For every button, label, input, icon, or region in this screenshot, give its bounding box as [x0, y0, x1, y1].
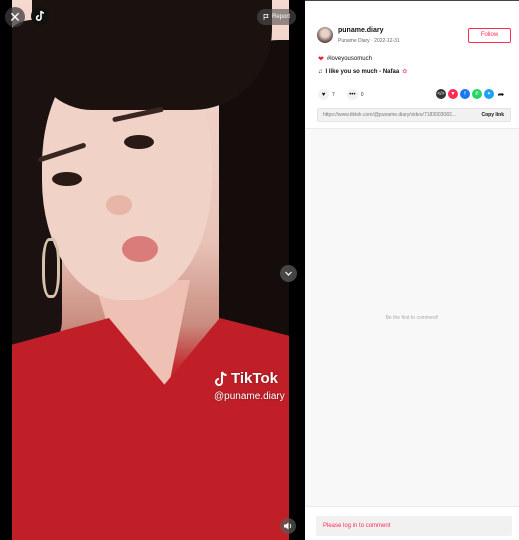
tiktok-video-page: ✕ Report TikTok @puname.diary puname.dia…: [0, 0, 519, 540]
comment-button[interactable]: •••: [346, 89, 358, 100]
close-button[interactable]: ✕: [5, 7, 25, 27]
share-link-box: https://www.tiktok.com/@puname.diary/vid…: [317, 108, 511, 122]
music-title: I like you so much - Nafaa: [325, 68, 400, 75]
watermark-handle: @puname.diary: [214, 391, 285, 402]
whatsapp-icon[interactable]: ✆: [472, 89, 482, 99]
watermark-brand-text: TikTok: [231, 370, 278, 387]
video-frame: [12, 0, 289, 540]
hashtag-link[interactable]: #loveyousomuch: [327, 56, 372, 62]
tiktok-logo[interactable]: [31, 7, 49, 25]
comments-area[interactable]: Be the first to comment!: [305, 128, 519, 506]
post-caption: ❤ #loveyousomuch: [318, 55, 372, 63]
flag-icon: [263, 14, 269, 20]
volume-button[interactable]: [280, 518, 296, 534]
comment-count: 0: [360, 91, 364, 98]
flower-emoji-icon: ✿: [402, 69, 408, 75]
report-label: Report: [272, 14, 291, 20]
tiktok-watermark: TikTok @puname.diary: [214, 370, 285, 402]
embed-icon[interactable]: </>: [436, 89, 446, 99]
next-video-button[interactable]: [280, 265, 297, 282]
engagement-row: ♥ 7 ••• 0: [318, 89, 370, 100]
share-arrow-icon[interactable]: ➦: [496, 89, 506, 99]
login-to-comment-button[interactable]: Please log in to comment: [316, 516, 512, 536]
avatar[interactable]: [317, 27, 333, 43]
music-info[interactable]: ♫ I like you so much - Nafaa ✿: [318, 68, 408, 76]
empty-comments-message: Be the first to comment!: [385, 315, 439, 321]
share-buttons: </> ▼ f ✆ ✦ ➦: [436, 89, 506, 99]
detail-panel: puname.diary Puname Diary · 2022-12-31 F…: [305, 0, 519, 540]
tiktok-logo-icon: [35, 10, 45, 21]
comment-footer: Please log in to comment: [305, 506, 519, 540]
share-link-text[interactable]: https://www.tiktok.com/@puname.diary/vid…: [318, 112, 475, 118]
comment-icon: •••: [349, 91, 356, 98]
video-player[interactable]: ✕ Report TikTok @puname.diary: [0, 0, 305, 540]
facebook-icon[interactable]: f: [460, 89, 470, 99]
copy-link-button[interactable]: Copy link: [475, 112, 510, 118]
close-icon: ✕: [9, 9, 21, 25]
chevron-down-icon: [285, 271, 292, 276]
post-date: 2022-12-31: [374, 38, 400, 44]
like-count: 7: [332, 91, 335, 98]
watermark-brand: TikTok: [214, 370, 285, 387]
twitter-icon[interactable]: ✦: [484, 89, 494, 99]
like-button[interactable]: ♥: [318, 89, 329, 100]
author-subline: Puname Diary · 2022-12-31: [338, 38, 400, 44]
heart-emoji-icon: ❤: [318, 56, 324, 63]
heart-icon: ♥: [321, 91, 326, 98]
follow-button[interactable]: Follow: [468, 28, 511, 43]
author-username[interactable]: puname.diary: [338, 27, 384, 34]
tiktok-note-icon: [215, 371, 227, 386]
report-button[interactable]: Report: [257, 9, 297, 25]
speaker-icon: [284, 522, 292, 530]
tiktok-friends-icon[interactable]: ▼: [448, 89, 458, 99]
author-display-name[interactable]: Puname Diary: [338, 38, 370, 44]
music-note-icon: ♫: [318, 68, 323, 75]
